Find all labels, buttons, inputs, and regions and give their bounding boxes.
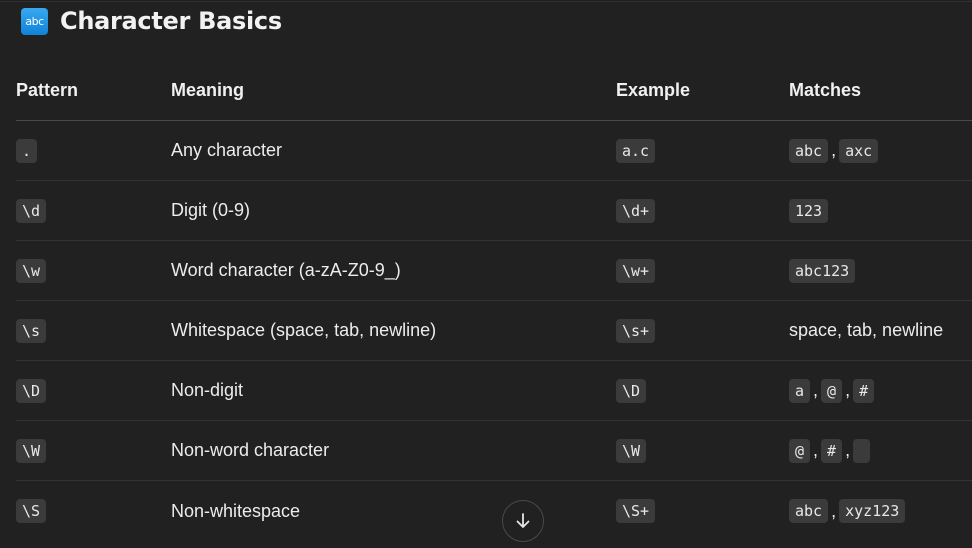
match-code: abc xyxy=(789,138,829,163)
example-code: \W xyxy=(616,438,647,463)
table-row: \d Digit (0-9) \d+ 123 xyxy=(16,181,972,241)
matches-cell: space, tab, newline xyxy=(789,320,944,340)
example-cell: \w+ xyxy=(616,241,656,300)
matches-cell: abc, axc xyxy=(789,121,879,180)
pattern-code: \d xyxy=(16,198,47,223)
meaning-cell: Whitespace (space, tab, newline) xyxy=(171,320,437,340)
match-code: 123 xyxy=(789,198,829,223)
matches-cell: abc, xyz123 xyxy=(789,481,906,541)
separator: , xyxy=(845,380,851,400)
pattern-cell: \W xyxy=(16,421,47,480)
pattern-cell: \w xyxy=(16,241,47,300)
pattern-code: \S xyxy=(16,499,47,523)
section-heading: abc Character Basics xyxy=(21,6,282,36)
chat-page: abc Character Basics Pattern Meaning Exa… xyxy=(0,0,972,548)
example-code: \S+ xyxy=(616,499,656,523)
match-code xyxy=(853,438,871,463)
example-code: \D xyxy=(616,378,647,403)
match-code: # xyxy=(821,438,843,463)
match-code: xyz123 xyxy=(839,499,906,523)
separator: , xyxy=(831,500,837,521)
pattern-cell: . xyxy=(16,121,38,180)
example-cell: \s+ xyxy=(616,301,656,360)
section-title: Character Basics xyxy=(60,7,282,35)
example-cell: \S+ xyxy=(616,481,656,541)
meaning-cell: Non-word character xyxy=(171,440,330,460)
meaning-cell: Word character (a-zA-Z0-9_) xyxy=(171,260,401,280)
meaning-cell: Non-whitespace xyxy=(171,500,301,521)
pattern-code: \s xyxy=(16,318,47,343)
pattern-cell: \S xyxy=(16,481,47,541)
table-row: \D Non-digit \D a, @, # xyxy=(16,361,972,421)
separator: , xyxy=(845,440,851,460)
table-header-row: Pattern Meaning Example Matches xyxy=(16,60,972,121)
example-code: \w+ xyxy=(616,258,656,283)
match-code: a xyxy=(789,378,811,403)
pattern-cell: \d xyxy=(16,181,47,240)
example-cell: \W xyxy=(616,421,647,480)
example-code: a.c xyxy=(616,138,656,163)
separator: , xyxy=(813,380,819,400)
regex-table: Pattern Meaning Example Matches . Any ch… xyxy=(16,60,972,541)
pattern-code: \D xyxy=(16,378,47,403)
pattern-code: . xyxy=(16,138,38,163)
example-code: \d+ xyxy=(616,198,656,223)
scroll-to-bottom-button[interactable] xyxy=(502,500,544,542)
example-cell: a.c xyxy=(616,121,656,180)
separator: , xyxy=(813,440,819,460)
match-code: abc123 xyxy=(789,258,856,283)
meaning-cell: Any character xyxy=(171,140,283,160)
header-matches: Matches xyxy=(789,79,862,100)
table-row: . Any character a.c abc, axc xyxy=(16,121,972,181)
header-pattern: Pattern xyxy=(16,79,79,100)
pattern-code: \W xyxy=(16,438,47,463)
pattern-code: \w xyxy=(16,258,47,283)
header-example: Example xyxy=(616,79,691,100)
top-divider xyxy=(0,1,972,2)
table-row: \S Non-whitespace \S+ abc, xyz123 xyxy=(16,481,972,541)
header-meaning: Meaning xyxy=(171,79,245,100)
match-code: @ xyxy=(789,438,811,463)
matches-cell: a, @, # xyxy=(789,361,875,420)
pattern-cell: \s xyxy=(16,301,47,360)
table-row: \s Whitespace (space, tab, newline) \s+ … xyxy=(16,301,972,361)
meaning-cell: Digit (0-9) xyxy=(171,200,251,220)
match-code: # xyxy=(853,378,875,403)
match-code: axc xyxy=(839,138,879,163)
matches-cell: abc123 xyxy=(789,241,856,300)
table-row: \w Word character (a-zA-Z0-9_) \w+ abc12… xyxy=(16,241,972,301)
matches-cell: 123 xyxy=(789,181,829,240)
example-cell: \d+ xyxy=(616,181,656,240)
separator: , xyxy=(831,140,837,160)
table-row: \W Non-word character \W @, #, xyxy=(16,421,972,481)
match-code: abc xyxy=(789,499,829,523)
example-cell: \D xyxy=(616,361,647,420)
abc-icon: abc xyxy=(21,7,48,35)
pattern-cell: \D xyxy=(16,361,47,420)
example-code: \s+ xyxy=(616,318,656,343)
match-code: @ xyxy=(821,378,843,403)
meaning-cell: Non-digit xyxy=(171,380,244,400)
matches-cell: @, #, xyxy=(789,421,871,480)
arrow-down-icon xyxy=(516,513,530,528)
